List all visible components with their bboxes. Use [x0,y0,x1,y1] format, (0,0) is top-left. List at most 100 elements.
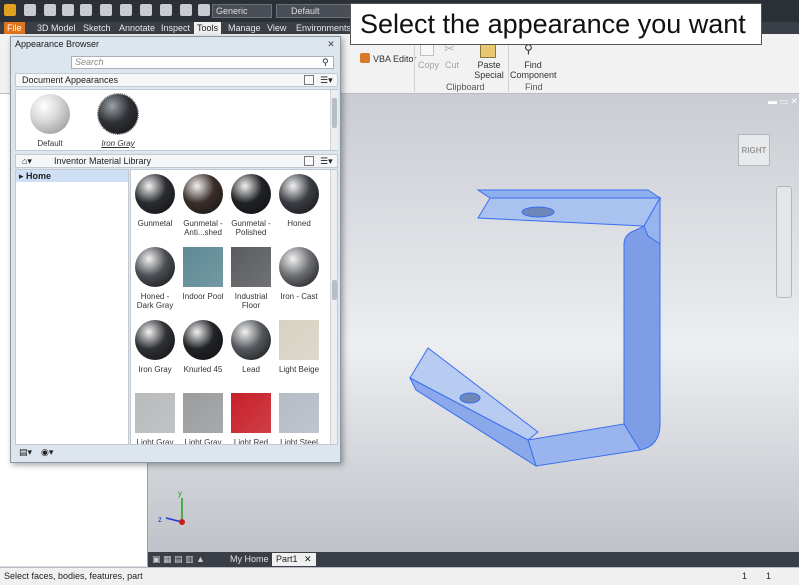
swatch-label-line1: Gunmetal - [231,219,271,228]
search-input[interactable]: Search [71,56,334,69]
home-icon[interactable] [120,4,132,16]
arm-hole[interactable] [459,392,481,404]
swatch-label-line1: Light Gray [184,438,222,445]
tab-my-home[interactable]: My Home [226,553,273,566]
search-icon[interactable]: ⚲ [322,57,329,68]
scrollbar[interactable] [330,90,338,150]
tab-manage[interactable]: Manage [225,22,264,34]
paste-label: Paste [477,60,501,70]
tab-part1[interactable]: Part1 ✕ [272,553,316,566]
swatch-label-line1: Indoor Pool [182,292,224,301]
undo-icon[interactable] [80,4,92,16]
swatch-label-line1: Honed - [140,292,170,301]
app-logo-icon[interactable] [4,4,16,16]
status-bar: Select faces, bodies, features, part 1 1 [0,567,799,585]
appearance-combo[interactable]: Default [276,4,352,18]
swatch-label-line1: Industrial [234,292,268,301]
tab-sketch[interactable]: Sketch [80,22,114,34]
layout-icons[interactable]: ▣ ▦ ▤ ▥ ▲ [152,554,212,565]
swatch-label-line1: Gunmetal - [183,219,223,228]
swatch-iron-gray[interactable] [97,93,139,135]
swatch-label: Knurled 45 [179,365,227,374]
paste-special-button[interactable]: Paste Special [472,60,506,80]
copy-button[interactable]: Copy [418,60,439,70]
select-icon[interactable] [140,4,152,16]
ribbon-separator [508,38,509,92]
group-label-clipboard: Clipboard [446,82,485,92]
list-options-icon[interactable]: ☰▾ [320,74,333,86]
swatch-tile[interactable] [279,320,319,360]
material-combo[interactable]: Generic [212,4,272,18]
side-wall[interactable] [623,225,661,451]
swatch-label-line1: Knurled 45 [183,365,223,374]
folder-icon[interactable]: ▤▾ [19,447,32,458]
swatch-tile[interactable] [231,393,271,433]
update-icon[interactable] [160,4,172,16]
swatch-tile[interactable] [183,247,223,287]
add-icon[interactable]: ◉▾ [41,447,53,458]
open-file-icon[interactable] [44,4,56,16]
cut-button[interactable]: Cut [444,60,460,70]
find-component-button[interactable]: Find Component [510,60,557,80]
library-bar: ⌂▾ Inventor Material Library ☰▾ [15,154,338,168]
swatch-label-line1: Iron Gray [138,365,172,374]
vba-editor-button[interactable]: VBA Editor [373,54,417,64]
component-label: Component [510,70,557,80]
library-name[interactable]: Inventor Material Library [54,155,151,167]
swatch-label: Default [37,139,63,148]
swatch-default[interactable] [30,94,70,134]
tab-file[interactable]: File [4,22,25,34]
navigation-bar[interactable] [776,186,792,298]
home-icon[interactable]: ⌂▾ [22,155,32,167]
tab-environments[interactable]: Environments [293,22,354,34]
material-icon[interactable] [198,4,210,16]
swatch-tile[interactable] [135,174,175,214]
bottom-flange[interactable] [527,423,641,467]
close-icon[interactable]: ✕ [304,554,312,564]
swatch-label: Light Red [227,438,275,444]
viewcube[interactable]: RIGHT [738,134,770,166]
swatch-tile[interactable] [135,320,175,360]
swatch-tile[interactable] [231,174,271,214]
document-appearances-panel: Default Iron Gray [15,89,338,151]
swatch-tile[interactable] [135,247,175,287]
find-label: Find [524,60,542,70]
measure-icon[interactable] [180,4,192,16]
swatch-tile[interactable] [183,174,223,214]
swatch-label: Iron Gray [101,139,135,148]
tab-inspect[interactable]: Inspect [158,22,193,34]
view-toggle-icon[interactable] [304,156,314,166]
axis-origin [179,519,185,525]
top-flange[interactable] [476,189,662,199]
top-hole[interactable] [521,206,555,218]
tab-3d-model[interactable]: 3D Model [34,22,79,34]
swatch-tile[interactable] [183,320,223,360]
tab-view[interactable]: View [264,22,289,34]
view-toggle-icon[interactable] [304,75,314,85]
tree-item-home[interactable]: ▸ Home [16,170,128,182]
scrollbar-thumb[interactable] [332,280,337,300]
swatch-tile[interactable] [279,393,319,433]
window-controls-icon[interactable]: ▬ ▭ ✕ [768,96,798,107]
top-flange-face[interactable] [477,197,661,227]
swatch-label: Honed [275,219,323,228]
swatch-tile[interactable] [279,174,319,214]
new-file-icon[interactable] [24,4,36,16]
swatch-tile[interactable] [231,320,271,360]
scrollbar[interactable] [330,170,337,444]
swatch-tile[interactable] [135,393,175,433]
save-icon[interactable] [62,4,74,16]
tab-annotate[interactable]: Annotate [116,22,158,34]
status-count-2: 1 [766,571,772,581]
swatch-label: Industrial Floor [227,292,275,310]
swatch-tile[interactable] [279,247,319,287]
axis-z-label: z [158,515,162,524]
vba-editor-icon [360,53,370,63]
redo-icon[interactable] [100,4,112,16]
document-tabs: ▣ ▦ ▤ ▥ ▲ My Home Part1 ✕ [148,552,799,567]
list-options-icon[interactable]: ☰▾ [320,155,333,167]
swatch-tile[interactable] [231,247,271,287]
tab-tools[interactable]: Tools [194,22,222,34]
swatch-tile[interactable] [183,393,223,433]
close-icon[interactable]: ✕ [324,38,338,50]
